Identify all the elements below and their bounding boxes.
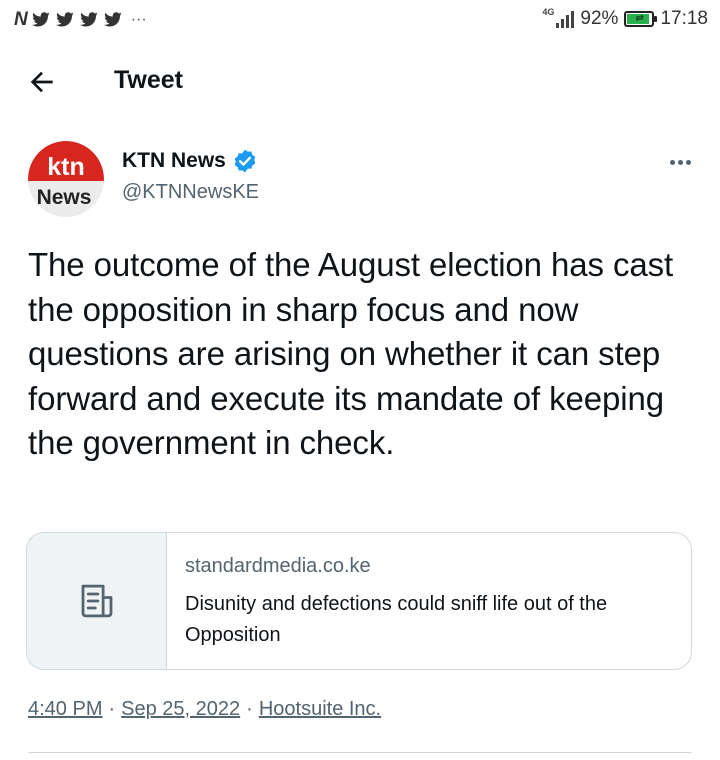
more-options-button[interactable] — [664, 150, 696, 174]
avatar-text-top: ktn — [47, 153, 85, 181]
notification-icons: N ··· — [14, 9, 147, 31]
battery-percent: 92% — [580, 8, 619, 29]
avatar-text-bottom: News — [37, 186, 92, 209]
verified-badge-icon — [234, 149, 256, 173]
card-domain: standardmedia.co.ke — [185, 555, 371, 577]
network-type: 4G — [542, 7, 555, 17]
more-dot-icon — [677, 159, 683, 165]
twitter-icon — [31, 12, 50, 27]
author-handle[interactable]: @KTNNewsKE — [122, 181, 259, 204]
link-preview-card[interactable]: standardmedia.co.ke Disunity and defecti… — [26, 532, 692, 670]
more-dot-icon — [685, 159, 691, 165]
more-dot-icon — [669, 159, 675, 165]
signal-icon: 4G — [542, 7, 575, 28]
page-title: Tweet — [114, 66, 183, 94]
tweet-source-link[interactable]: Hootsuite Inc. — [259, 698, 381, 721]
back-button[interactable] — [26, 66, 58, 98]
tweet-time-link[interactable]: 4:40 PM — [28, 698, 102, 721]
article-icon — [81, 584, 112, 618]
divider — [28, 752, 692, 753]
tweet-meta: 4:40 PM · Sep 25, 2022 · Hootsuite Inc. — [28, 698, 381, 721]
arrow-left-icon — [30, 71, 53, 93]
charging-icon: ⇌ — [635, 13, 644, 24]
system-indicators: 4G 92% ⇌ 17:18 — [542, 7, 708, 30]
notification-icon: N — [14, 9, 28, 30]
author-name-row[interactable]: KTN News — [122, 148, 258, 174]
tweet-text: The outcome of the August election has c… — [28, 246, 674, 461]
clock: 17:18 — [660, 8, 708, 29]
twitter-icon — [103, 12, 122, 27]
twitter-icon — [79, 12, 98, 27]
card-title: Disunity and defections could sniff life… — [185, 593, 608, 646]
ktn-news-logo: ktn News — [28, 141, 104, 217]
separator: · — [108, 698, 116, 720]
top-app-bar: Tweet — [0, 52, 720, 110]
battery-icon: ⇌ — [624, 11, 658, 27]
status-bar: N ··· 4G 92% ⇌ 17:18 — [0, 0, 720, 40]
avatar[interactable]: ktn News — [28, 141, 104, 217]
tweet-date-link[interactable]: Sep 25, 2022 — [121, 698, 240, 721]
more-notifications-indicator: ··· — [130, 11, 147, 28]
author-name: KTN News — [122, 149, 226, 172]
separator: · — [246, 698, 253, 720]
twitter-icon — [55, 12, 74, 27]
card-thumbnail — [27, 533, 167, 669]
